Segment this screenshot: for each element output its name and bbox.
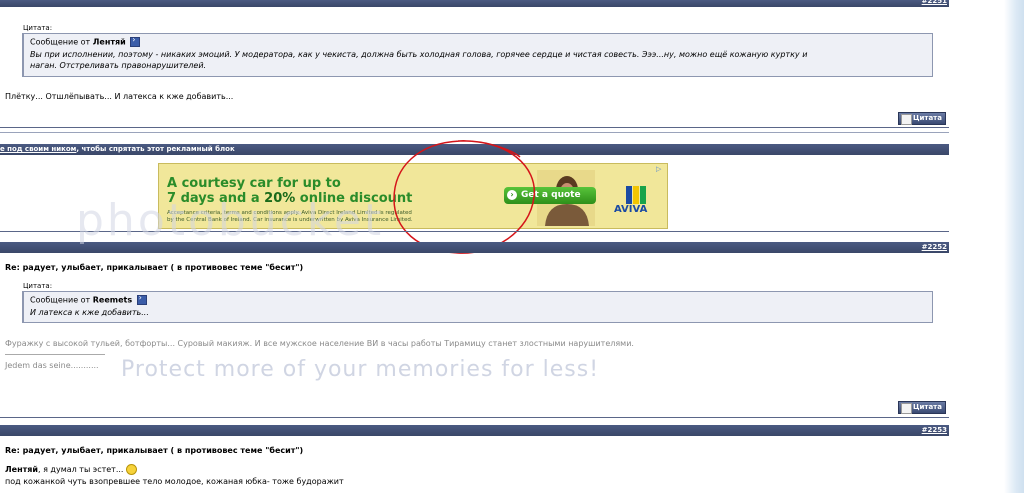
post-number-link[interactable]: #2251 — [922, 0, 947, 5]
quote-author[interactable]: Лентяй — [93, 38, 126, 47]
quote-text: Вы при исполнении, поэтому - никаких эмо… — [30, 50, 808, 59]
window-edge — [1004, 0, 1024, 493]
post-body: Лентяй, я думал ты эстет... — [5, 464, 138, 475]
post-body: Плётку... Отшлёпывать... И латекса к кже… — [5, 92, 234, 101]
divider — [0, 132, 949, 133]
post-header-bar: #2251 — [0, 0, 949, 7]
ad-headline: A courtesy car for up to — [167, 176, 341, 191]
post-number-link[interactable]: #2253 — [922, 426, 947, 434]
quote-button[interactable]: Цитата — [898, 112, 946, 125]
post-title: Re: радует, улыбает, прикалывает ( в про… — [5, 263, 304, 272]
quote-from: Сообщение от Reemets — [30, 293, 147, 305]
post-signature: Jedem das seine........... — [5, 361, 99, 370]
aviva-logo-icon — [626, 186, 646, 204]
view-post-icon[interactable] — [136, 293, 147, 305]
quote-button[interactable]: Цитата — [898, 401, 946, 414]
quote-text: И латекса к кже добавить... — [30, 308, 149, 317]
quote-label: Цитата: — [23, 24, 53, 32]
adchoices-icon[interactable]: ▷ — [656, 165, 665, 174]
quote-label: Цитата: — [23, 282, 53, 290]
view-post-icon[interactable] — [130, 35, 141, 47]
quote-icon — [901, 403, 912, 414]
signature-divider — [5, 354, 105, 355]
quote-from: Сообщение от Лентяй — [30, 35, 141, 47]
watermark-text: photobucket — [76, 195, 385, 246]
post-title: Re: радует, улыбает, прикалывает ( в про… — [5, 446, 304, 455]
smile-icon — [126, 464, 138, 475]
post-body: Фуражку с высокой тульей, ботфорты... Су… — [5, 339, 634, 348]
quote-author[interactable]: Reemets — [93, 296, 132, 305]
divider — [0, 127, 949, 128]
aviva-logo: AVIVA — [614, 186, 659, 216]
quote-box: Сообщение от Лентяй Вы при исполнении, п… — [22, 33, 933, 77]
watermark-slogan: Protect more of your memories for less! — [121, 357, 600, 382]
post-header-bar: #2253 — [0, 425, 949, 436]
page-background — [949, 0, 1024, 493]
post-body: под кожанкой чуть взопревшее тело молодо… — [5, 477, 344, 486]
quote-box: Сообщение от Reemets И латекса к кже доб… — [22, 291, 933, 323]
red-circle-annotation-icon — [393, 140, 536, 254]
login-link[interactable]: е под своим ником — [0, 145, 76, 153]
divider — [0, 417, 949, 418]
post-number-link[interactable]: #2252 — [922, 243, 947, 251]
mention-author[interactable]: Лентяй — [5, 465, 38, 474]
quote-text: наган. Отстреливать правонарушителей. — [30, 61, 207, 70]
quote-icon — [901, 114, 912, 125]
